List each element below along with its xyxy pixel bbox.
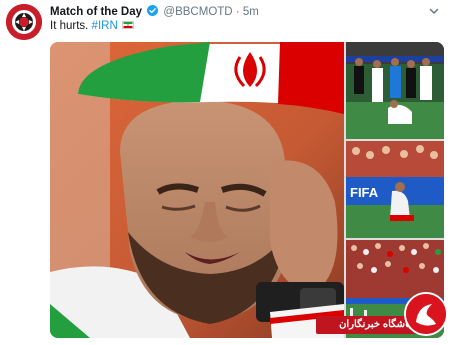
thumb-kneeling-player-photo[interactable]: FIFA	[346, 141, 444, 238]
kneeling-player-image: FIFA	[346, 141, 444, 238]
watermark-logo-icon	[404, 292, 448, 336]
handle[interactable]: @BBCMOTD	[163, 6, 232, 18]
iran-flag-icon	[121, 21, 134, 29]
verified-badge-icon	[147, 5, 159, 16]
tweet-card: Match of the Day @BBCMOTD · 5m It hurts.…	[0, 0, 450, 345]
hashtag-link[interactable]: #IRN	[92, 20, 118, 32]
crying-fan-image	[50, 42, 344, 338]
tweet-text: It hurts. #IRN	[50, 20, 134, 32]
players-image	[346, 42, 444, 139]
separator-dot: ·	[235, 6, 240, 18]
display-name[interactable]: Match of the Day	[50, 6, 142, 18]
tweet-text-body: It hurts.	[50, 20, 92, 32]
avatar[interactable]	[6, 4, 42, 40]
chevron-down-icon[interactable]	[428, 5, 440, 17]
thumb-players-photo[interactable]	[346, 42, 444, 139]
main-photo[interactable]	[50, 42, 344, 338]
tweet-header: Match of the Day @BBCMOTD · 5m	[50, 5, 440, 21]
svg-text:FIFA: FIFA	[350, 185, 379, 200]
timestamp[interactable]: 5m	[243, 6, 259, 18]
watermark: باشگاه خبرنگاران	[316, 292, 450, 342]
avatar-logo-icon	[6, 4, 42, 40]
